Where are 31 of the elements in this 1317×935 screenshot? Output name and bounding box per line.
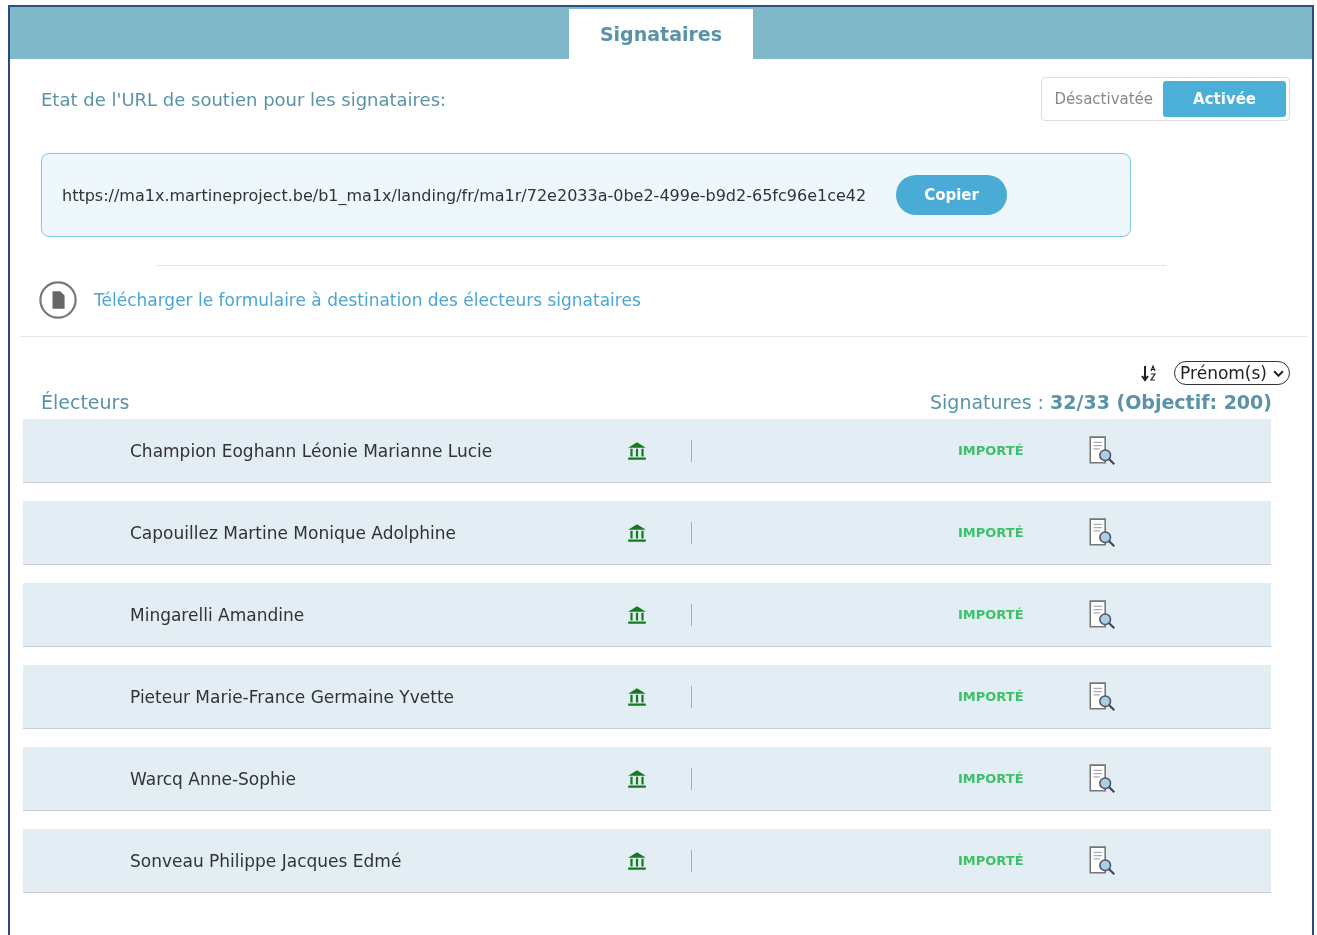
voter-row[interactable]: Pieteur Marie-France Germaine Yvette IMPORTÉ bbox=[23, 665, 1271, 728]
chevron-icon bbox=[1273, 369, 1284, 377]
status-label: IMPORTÉ bbox=[958, 525, 1024, 540]
sort-select[interactable]: Prénom(s) bbox=[1174, 361, 1290, 385]
url-text: https://ma1x.martineproject.be/b1_ma1x/landing/fr/ma1r/72e2033a-0be2-499e-b9d2-65fc96e1ce42 bbox=[62, 185, 867, 205]
section-title: Électeurs bbox=[41, 391, 130, 413]
building-icon bbox=[626, 849, 648, 872]
voter-name: Capouillez Martine Monique Adolphine bbox=[130, 522, 458, 543]
status-label: IMPORTÉ bbox=[958, 443, 1024, 458]
signatures-count: Signatures : 32/33 (Objectif: 200) bbox=[930, 391, 1272, 413]
building-icon bbox=[626, 603, 648, 626]
status-label: IMPORTÉ bbox=[958, 689, 1024, 704]
voter-row[interactable]: Warcq Anne-Sophie IMPORTÉ bbox=[23, 747, 1271, 810]
voter-name: Sonveau Philippe Jacques Edmé bbox=[130, 850, 403, 871]
status-label: IMPORTÉ bbox=[958, 853, 1024, 868]
voter-name: Mingarelli Amandine bbox=[130, 604, 306, 625]
status-label: IMPORTÉ bbox=[958, 771, 1024, 786]
voter-row[interactable]: Mingarelli Amandine IMPORTÉ bbox=[23, 583, 1271, 646]
voter-row[interactable]: Sonveau Philippe Jacques Edmé IMPORTÉ bbox=[23, 829, 1271, 892]
building-icon bbox=[626, 685, 648, 708]
building-icon bbox=[626, 439, 648, 462]
voter-name: Pieteur Marie-France Germaine Yvette bbox=[130, 686, 456, 707]
voter-name: Champion Eoghann Léonie Marianne Lucie bbox=[130, 440, 494, 461]
voter-row[interactable]: Champion Eoghann Léonie Marianne Lucie IMPORTÉ bbox=[23, 419, 1271, 482]
building-icon bbox=[626, 521, 648, 544]
voter-row[interactable]: Capouillez Martine Monique Adolphine IMPORTÉ bbox=[23, 501, 1271, 564]
url-status-label: Etat de l'URL de soutien pour les signataires: bbox=[41, 88, 447, 110]
status-label: IMPORTÉ bbox=[958, 607, 1024, 622]
document-icon[interactable] bbox=[36, 278, 80, 322]
building-icon bbox=[626, 767, 648, 790]
voter-name: Warcq Anne-Sophie bbox=[130, 768, 297, 789]
